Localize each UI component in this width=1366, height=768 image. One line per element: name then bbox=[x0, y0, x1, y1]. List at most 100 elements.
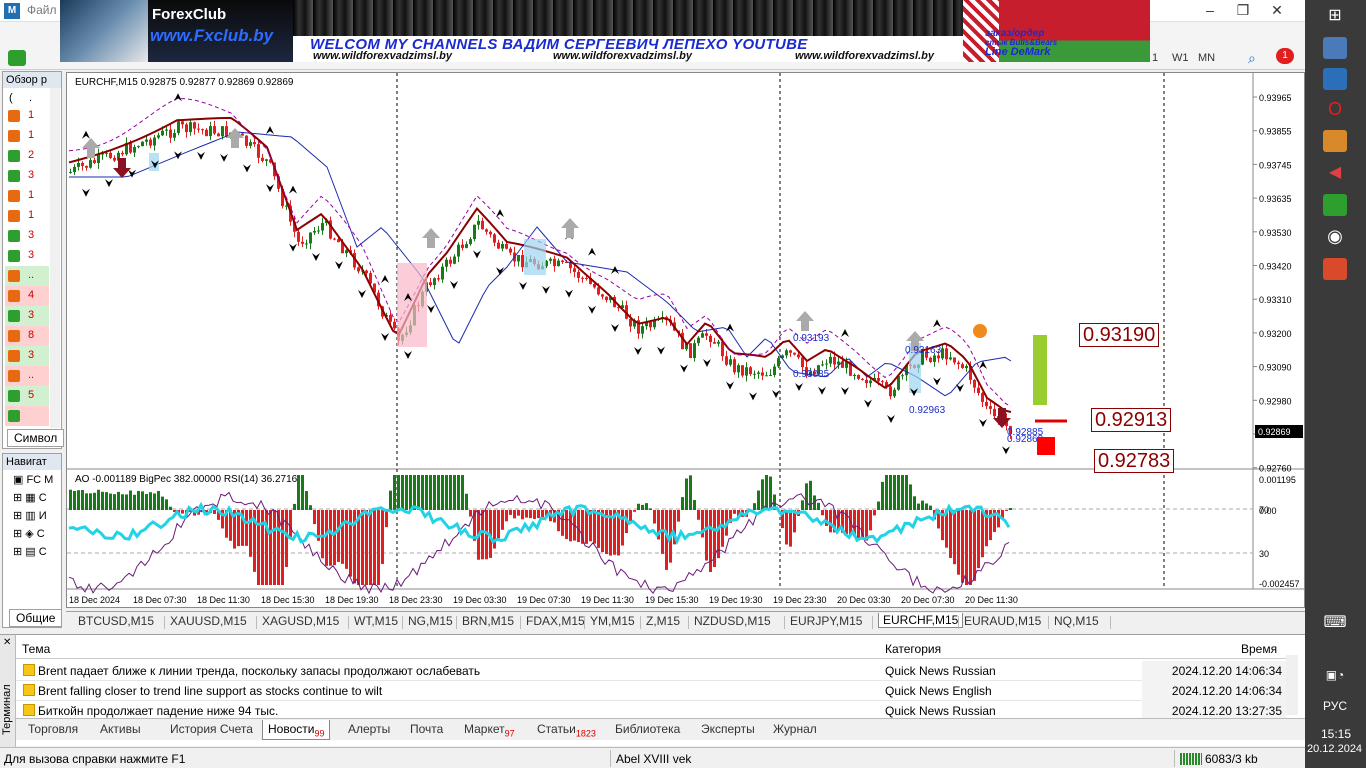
market-watch-row[interactable]: 2 bbox=[5, 146, 49, 166]
terminal-tab-label: Журнал bbox=[773, 722, 817, 736]
app-icon-1[interactable] bbox=[1323, 37, 1347, 59]
candle-body bbox=[313, 230, 316, 233]
news-row[interactable]: Brent falling closer to trend line suppo… bbox=[16, 681, 1286, 701]
terminal-tab[interactable]: Новости99 bbox=[262, 720, 331, 740]
app-icon-8[interactable] bbox=[1323, 258, 1347, 280]
candle-body bbox=[493, 234, 496, 243]
ao-histogram-bar bbox=[249, 510, 252, 557]
status-profile[interactable]: Abel XVIII vek bbox=[616, 752, 691, 766]
candle-body bbox=[177, 121, 180, 134]
symbol-tab[interactable]: XAUUSD,M15 bbox=[170, 614, 247, 628]
candle-body bbox=[709, 335, 712, 343]
symbol-tab[interactable]: FDAX,M15 bbox=[526, 614, 585, 628]
symbol-tab[interactable]: WT,M15 bbox=[354, 614, 398, 628]
search-icon[interactable]: ⌕ bbox=[1248, 50, 1266, 66]
candle-body bbox=[741, 365, 744, 376]
terminal-tab[interactable]: Почта bbox=[410, 722, 443, 736]
ao-histogram-bar bbox=[169, 506, 172, 510]
terminal-tab[interactable]: Активы bbox=[100, 722, 141, 736]
timeframe-mn-button[interactable]: MN bbox=[1198, 52, 1215, 64]
market-watch-row[interactable] bbox=[5, 406, 49, 426]
clock-time[interactable]: 15:15 bbox=[1321, 727, 1351, 741]
market-watch-row[interactable]: 8 bbox=[5, 326, 49, 346]
market-watch-row[interactable]: 3 bbox=[5, 226, 49, 246]
ao-histogram-bar bbox=[753, 503, 756, 510]
nav-item-scripts[interactable]: ⊞ ▤ С bbox=[13, 545, 47, 558]
close-button[interactable]: ✕ bbox=[1262, 0, 1292, 22]
nav-item-indicators[interactable]: ⊞ ▥ И bbox=[13, 509, 47, 522]
symbol-tab[interactable]: Z,M15 bbox=[646, 614, 680, 628]
notifications-badge[interactable]: 1 bbox=[1276, 48, 1294, 64]
app-icon-4[interactable] bbox=[1323, 130, 1347, 152]
symbol-tab[interactable]: XAGUSD,M15 bbox=[262, 614, 339, 628]
symbol-tab[interactable]: EURCHF,M15 bbox=[878, 613, 964, 628]
restore-button[interactable]: ❐ bbox=[1228, 0, 1258, 22]
record-icon[interactable]: ◉ bbox=[1323, 226, 1347, 248]
symbol-tab[interactable]: BTCUSD,M15 bbox=[78, 614, 154, 628]
candle-body bbox=[149, 139, 152, 146]
tab-symbols[interactable]: Символ bbox=[7, 429, 65, 447]
terminal-tab[interactable]: Алерты bbox=[348, 722, 390, 736]
tab-general[interactable]: Общие bbox=[9, 609, 63, 627]
market-watch-row[interactable]: 3 bbox=[5, 246, 49, 266]
symbol-tab[interactable]: EURJPY,M15 bbox=[790, 614, 862, 628]
time-axis-label: 19 Dec 07:30 bbox=[517, 595, 571, 605]
market-watch-row[interactable]: 3 bbox=[5, 346, 49, 366]
candle-body bbox=[197, 128, 200, 130]
symbol-tab[interactable]: YM,M15 bbox=[590, 614, 635, 628]
speaker-icon[interactable]: ◀ bbox=[1323, 162, 1347, 184]
price-chart[interactable]: 0.93965 0.93855 0.93745 0.93635 0.93530 0.934… bbox=[66, 72, 1306, 608]
symbol-tab[interactable]: NQ,M15 bbox=[1054, 614, 1099, 628]
market-watch-row[interactable]: .. bbox=[5, 266, 49, 286]
market-watch-row[interactable]: 5 bbox=[5, 386, 49, 406]
col-topic[interactable]: Тема bbox=[22, 642, 50, 656]
col-category[interactable]: Категория bbox=[885, 642, 941, 656]
market-watch-row[interactable]: 1 bbox=[5, 106, 49, 126]
terminal-tab[interactable]: Маркет97 bbox=[464, 722, 515, 738]
market-watch-row[interactable]: 1 bbox=[5, 206, 49, 226]
app-icon-2[interactable] bbox=[1323, 68, 1347, 90]
news-row[interactable]: Brent падает ближе к линии тренда, поско… bbox=[16, 661, 1286, 681]
new-order-icon[interactable] bbox=[8, 50, 26, 66]
symbol-tab[interactable]: NZDUSD,M15 bbox=[694, 614, 771, 628]
timeframe-w1-button[interactable]: W1 bbox=[1172, 52, 1189, 64]
nav-item-experts[interactable]: ⊞ ◈ С bbox=[13, 527, 45, 540]
terminal-tab[interactable]: Библиотека bbox=[615, 722, 680, 736]
market-watch-scrollbar[interactable] bbox=[50, 88, 60, 428]
fractal-down-icon bbox=[243, 164, 251, 173]
ao-histogram-bar bbox=[261, 510, 264, 585]
market-watch-row[interactable]: 3 bbox=[5, 166, 49, 186]
terminal-tab[interactable]: Торговля bbox=[28, 722, 78, 736]
terminal-scrollbar[interactable] bbox=[1286, 655, 1298, 715]
close-icon[interactable]: ✕ bbox=[3, 637, 11, 648]
tray-icons[interactable]: ▣◔ bbox=[1323, 668, 1347, 690]
market-watch-row[interactable]: 3 bbox=[5, 306, 49, 326]
language-indicator[interactable]: РУС bbox=[1323, 699, 1347, 713]
col-time[interactable]: Время bbox=[1241, 642, 1277, 656]
terminal-tab[interactable]: История Счета bbox=[170, 722, 253, 736]
zone-rectangle bbox=[524, 239, 546, 275]
timeframe-button[interactable]: 1 bbox=[1152, 52, 1158, 64]
symbol-tab[interactable]: BRN,M15 bbox=[462, 614, 514, 628]
market-watch-row[interactable]: 1 bbox=[5, 126, 49, 146]
terminal-tab[interactable]: Статьи1823 bbox=[537, 722, 596, 738]
candle-body bbox=[773, 366, 776, 376]
symbol-tab[interactable]: NG,M15 bbox=[408, 614, 453, 628]
ad-banner[interactable]: ForexClub www.Fxclub.by WELCOM MY CHANNE… bbox=[60, 0, 1150, 62]
nav-item-accounts[interactable]: ⊞ ▦ С bbox=[13, 491, 47, 504]
market-watch-row[interactable]: .. bbox=[5, 366, 49, 386]
terminal-tab[interactable]: Эксперты bbox=[701, 722, 755, 736]
candle-body bbox=[121, 152, 124, 155]
calculator-icon[interactable] bbox=[1323, 194, 1347, 216]
keyboard-icon[interactable]: ⌨ bbox=[1323, 612, 1347, 634]
nav-item-account[interactable]: ▣ FC M bbox=[13, 473, 53, 486]
start-icon[interactable]: ⊞ bbox=[1323, 5, 1347, 27]
opera-icon[interactable]: O bbox=[1323, 99, 1347, 121]
minimize-button[interactable]: – bbox=[1195, 0, 1225, 22]
ao-histogram-bar bbox=[921, 500, 924, 510]
market-watch-row[interactable]: 4 bbox=[5, 286, 49, 306]
menu-file[interactable]: Файл bbox=[27, 3, 57, 17]
market-watch-row[interactable]: 1 bbox=[5, 186, 49, 206]
terminal-tab[interactable]: Журнал bbox=[773, 722, 817, 736]
symbol-tab[interactable]: EURAUD,M15 bbox=[964, 614, 1041, 628]
